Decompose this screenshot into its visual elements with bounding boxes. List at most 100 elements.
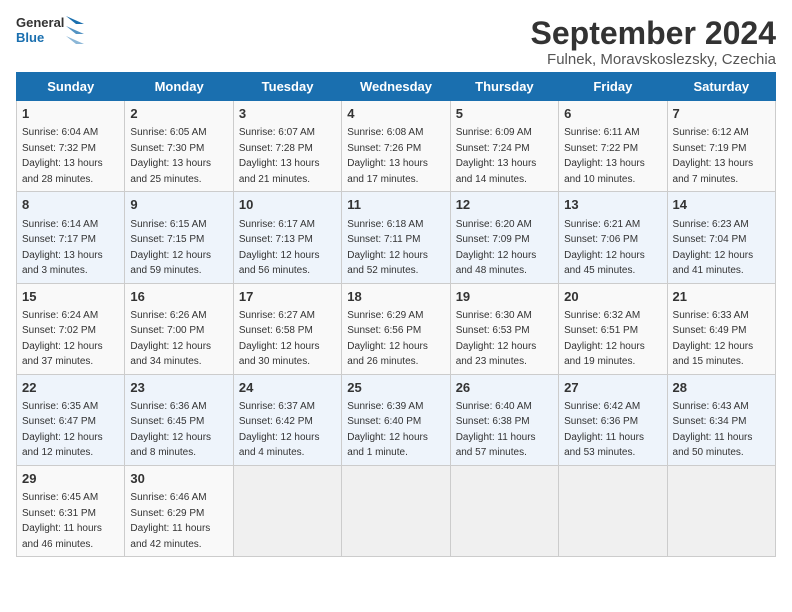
day-number: 19 [456, 288, 553, 306]
page-title: September 2024 [531, 16, 776, 51]
logo-graphic: General Blue [16, 16, 84, 46]
day-info: Sunrise: 6:14 AM Sunset: 7:17 PM Dayligh… [22, 219, 103, 277]
weekday-tuesday: Tuesday [233, 73, 341, 101]
page-header: General Blue September 2024 Fulnek, Mora… [16, 16, 776, 68]
day-number: 5 [456, 105, 553, 123]
calendar-cell: 11Sunrise: 6:18 AM Sunset: 7:11 PM Dayli… [342, 192, 450, 283]
calendar-cell [342, 465, 450, 556]
day-info: Sunrise: 6:35 AM Sunset: 6:47 PM Dayligh… [22, 401, 103, 459]
day-info: Sunrise: 6:17 AM Sunset: 7:13 PM Dayligh… [239, 219, 320, 277]
day-number: 13 [564, 196, 661, 214]
calendar-cell: 26 Sunrise: 6:40 AM Sunset: 6:38 PM Dayli… [450, 374, 558, 465]
weekday-friday: Friday [559, 73, 667, 101]
day-info: Sunrise: 6:33 AM Sunset: 6:49 PM Dayligh… [673, 310, 754, 368]
calendar-cell: 12Sunrise: 6:20 AM Sunset: 7:09 PM Dayli… [450, 192, 558, 283]
day-info: Sunrise: 6:36 AM Sunset: 6:45 PM Dayligh… [130, 401, 211, 459]
day-info: Sunrise: 6:46 AM Sunset: 6:29 PM Dayligh… [130, 492, 210, 550]
calendar-cell: 13 Sunrise: 6:21 AM Sunset: 7:06 PM Dayli… [559, 192, 667, 283]
calendar-week-4: 29Sunrise: 6:45 AM Sunset: 6:31 PM Dayli… [17, 465, 776, 556]
calendar-cell [450, 465, 558, 556]
day-info: Sunrise: 6:42 AM Sunset: 6:36 PM Dayligh… [564, 401, 644, 459]
calendar-cell: 7 Sunrise: 6:12 AM Sunset: 7:19 PM Daylig… [667, 101, 775, 192]
day-number: 30 [130, 470, 227, 488]
calendar-cell: 9 Sunrise: 6:15 AM Sunset: 7:15 PM Daylig… [125, 192, 233, 283]
calendar-week-2: 15 Sunrise: 6:24 AM Sunset: 7:02 PM Dayli… [17, 283, 776, 374]
calendar-cell: 28 Sunrise: 6:43 AM Sunset: 6:34 PM Dayli… [667, 374, 775, 465]
day-number: 17 [239, 288, 336, 306]
day-number: 1 [22, 105, 119, 123]
day-info: Sunrise: 6:21 AM Sunset: 7:06 PM Dayligh… [564, 219, 645, 277]
day-info: Sunrise: 6:40 AM Sunset: 6:38 PM Dayligh… [456, 401, 536, 459]
day-number: 28 [673, 379, 770, 397]
weekday-sunday: Sunday [17, 73, 125, 101]
calendar-cell: 3Sunrise: 6:07 AM Sunset: 7:28 PM Daylig… [233, 101, 341, 192]
title-block: September 2024 Fulnek, Moravskoslezsky, … [531, 16, 776, 68]
calendar-cell: 15 Sunrise: 6:24 AM Sunset: 7:02 PM Dayli… [17, 283, 125, 374]
weekday-monday: Monday [125, 73, 233, 101]
calendar-cell: 20 Sunrise: 6:32 AM Sunset: 6:51 PM Dayli… [559, 283, 667, 374]
day-info: Sunrise: 6:08 AM Sunset: 7:26 PM Dayligh… [347, 127, 428, 185]
day-number: 2 [130, 105, 227, 123]
weekday-wednesday: Wednesday [342, 73, 450, 101]
day-number: 25 [347, 379, 444, 397]
day-info: Sunrise: 6:09 AM Sunset: 7:24 PM Dayligh… [456, 127, 537, 185]
day-number: 14 [673, 196, 770, 214]
day-info: Sunrise: 6:32 AM Sunset: 6:51 PM Dayligh… [564, 310, 645, 368]
day-info: Sunrise: 6:43 AM Sunset: 6:34 PM Dayligh… [673, 401, 753, 459]
calendar-cell: 25 Sunrise: 6:39 AM Sunset: 6:40 PM Dayli… [342, 374, 450, 465]
day-number: 3 [239, 105, 336, 123]
logo: General Blue [16, 16, 84, 46]
calendar-cell: 23 Sunrise: 6:36 AM Sunset: 6:45 PM Dayli… [125, 374, 233, 465]
day-info: Sunrise: 6:27 AM Sunset: 6:58 PM Dayligh… [239, 310, 320, 368]
day-number: 29 [22, 470, 119, 488]
weekday-saturday: Saturday [667, 73, 775, 101]
day-info: Sunrise: 6:30 AM Sunset: 6:53 PM Dayligh… [456, 310, 537, 368]
day-number: 22 [22, 379, 119, 397]
calendar-cell: 14Sunrise: 6:23 AM Sunset: 7:04 PM Dayli… [667, 192, 775, 283]
day-number: 21 [673, 288, 770, 306]
day-number: 18 [347, 288, 444, 306]
calendar-cell: 16Sunrise: 6:26 AM Sunset: 7:00 PM Dayli… [125, 283, 233, 374]
calendar-cell: 24Sunrise: 6:37 AM Sunset: 6:42 PM Dayli… [233, 374, 341, 465]
day-number: 4 [347, 105, 444, 123]
day-info: Sunrise: 6:15 AM Sunset: 7:15 PM Dayligh… [130, 219, 211, 277]
day-info: Sunrise: 6:11 AM Sunset: 7:22 PM Dayligh… [564, 127, 645, 185]
calendar-cell: 22 Sunrise: 6:35 AM Sunset: 6:47 PM Dayli… [17, 374, 125, 465]
page-subtitle: Fulnek, Moravskoslezsky, Czechia [531, 51, 776, 68]
weekday-thursday: Thursday [450, 73, 558, 101]
calendar-cell [667, 465, 775, 556]
day-number: 9 [130, 196, 227, 214]
calendar-cell: 19 Sunrise: 6:30 AM Sunset: 6:53 PM Dayli… [450, 283, 558, 374]
day-info: Sunrise: 6:05 AM Sunset: 7:30 PM Dayligh… [130, 127, 211, 185]
calendar-cell: 1 Sunrise: 6:04 AM Sunset: 7:32 PM Daylig… [17, 101, 125, 192]
weekday-header-row: SundayMondayTuesdayWednesdayThursdayFrid… [17, 73, 776, 101]
day-info: Sunrise: 6:04 AM Sunset: 7:32 PM Dayligh… [22, 127, 103, 185]
calendar-cell: 4 Sunrise: 6:08 AM Sunset: 7:26 PM Daylig… [342, 101, 450, 192]
calendar-body: 1 Sunrise: 6:04 AM Sunset: 7:32 PM Daylig… [17, 101, 776, 557]
day-number: 15 [22, 288, 119, 306]
calendar-cell: 30 Sunrise: 6:46 AM Sunset: 6:29 PM Dayli… [125, 465, 233, 556]
calendar-cell: 27Sunrise: 6:42 AM Sunset: 6:36 PM Dayli… [559, 374, 667, 465]
day-number: 23 [130, 379, 227, 397]
day-info: Sunrise: 6:12 AM Sunset: 7:19 PM Dayligh… [673, 127, 754, 185]
calendar-cell [233, 465, 341, 556]
calendar-cell: 21 Sunrise: 6:33 AM Sunset: 6:49 PM Dayli… [667, 283, 775, 374]
calendar-table: SundayMondayTuesdayWednesdayThursdayFrid… [16, 72, 776, 557]
day-info: Sunrise: 6:39 AM Sunset: 6:40 PM Dayligh… [347, 401, 428, 459]
day-info: Sunrise: 6:26 AM Sunset: 7:00 PM Dayligh… [130, 310, 211, 368]
day-number: 8 [22, 196, 119, 214]
calendar-cell: 8 Sunrise: 6:14 AM Sunset: 7:17 PM Daylig… [17, 192, 125, 283]
day-info: Sunrise: 6:20 AM Sunset: 7:09 PM Dayligh… [456, 219, 537, 277]
day-number: 20 [564, 288, 661, 306]
calendar-cell: 18 Sunrise: 6:29 AM Sunset: 6:56 PM Dayli… [342, 283, 450, 374]
calendar-cell: 17 Sunrise: 6:27 AM Sunset: 6:58 PM Dayli… [233, 283, 341, 374]
logo-bird-icon [66, 16, 84, 46]
day-info: Sunrise: 6:24 AM Sunset: 7:02 PM Dayligh… [22, 310, 103, 368]
calendar-week-3: 22 Sunrise: 6:35 AM Sunset: 6:47 PM Dayli… [17, 374, 776, 465]
day-number: 26 [456, 379, 553, 397]
day-info: Sunrise: 6:18 AM Sunset: 7:11 PM Dayligh… [347, 219, 428, 277]
day-info: Sunrise: 6:29 AM Sunset: 6:56 PM Dayligh… [347, 310, 428, 368]
calendar-cell: 6Sunrise: 6:11 AM Sunset: 7:22 PM Daylig… [559, 101, 667, 192]
calendar-week-1: 8 Sunrise: 6:14 AM Sunset: 7:17 PM Daylig… [17, 192, 776, 283]
day-number: 7 [673, 105, 770, 123]
